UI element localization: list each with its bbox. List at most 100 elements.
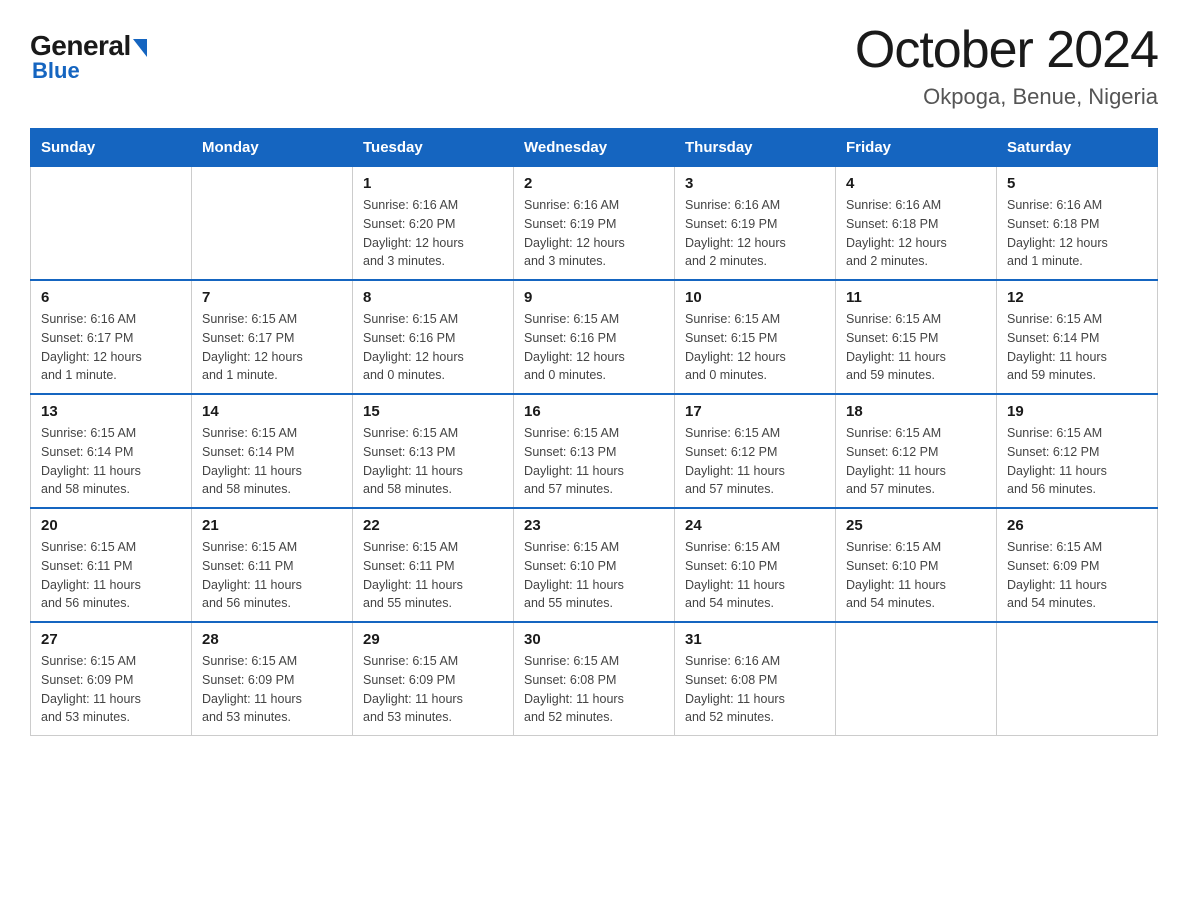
calendar-cell [836,622,997,736]
calendar-cell: 18Sunrise: 6:15 AM Sunset: 6:12 PM Dayli… [836,394,997,508]
week-row-3: 13 Sunrise: 6:15 AM Sunset: 6:14 PM Dayli… [31,394,1158,508]
calendar-table: SundayMondayTuesdayWednesdayThursdayFrid… [30,128,1158,736]
calendar-cell: 8 Sunrise: 6:15 AM Sunset: 6:16 PM Daylig… [353,280,514,394]
logo-blue-text: Blue [32,58,80,84]
day-info: Sunrise: 6:15 AM Sunset: 6:14 PM Dayligh… [202,424,342,499]
calendar-cell: 4Sunrise: 6:16 AM Sunset: 6:18 PM Daylig… [836,167,997,281]
day-info: Sunrise: 6:15 AM Sunset: 6:12 PM Dayligh… [685,424,825,499]
day-number: 10 [685,289,825,306]
day-info: Sunrise: 6:15 AM Sunset: 6:16 PM Dayligh… [363,310,503,385]
day-number: 24 [685,517,825,534]
calendar-cell: 12 Sunrise: 6:15 AM Sunset: 6:14 PM Dayli… [997,280,1158,394]
day-info: Sunrise: 6:16 AM Sunset: 6:17 PM Dayligh… [41,310,181,385]
days-of-week-row: SundayMondayTuesdayWednesdayThursdayFrid… [31,129,1158,167]
day-number: 15 [363,403,503,420]
day-info: Sunrise: 6:16 AM Sunset: 6:18 PM Dayligh… [1007,196,1147,271]
day-of-week-tuesday: Tuesday [353,129,514,167]
day-info: Sunrise: 6:15 AM Sunset: 6:11 PM Dayligh… [202,538,342,613]
day-of-week-friday: Friday [836,129,997,167]
calendar-cell: 23Sunrise: 6:15 AM Sunset: 6:10 PM Dayli… [514,508,675,622]
day-info: Sunrise: 6:15 AM Sunset: 6:14 PM Dayligh… [1007,310,1147,385]
calendar-cell: 28 Sunrise: 6:15 AM Sunset: 6:09 PM Dayli… [192,622,353,736]
logo: General Blue [30,20,147,84]
calendar-cell: 15 Sunrise: 6:15 AM Sunset: 6:13 PM Dayli… [353,394,514,508]
day-number: 19 [1007,403,1147,420]
day-info: Sunrise: 6:15 AM Sunset: 6:15 PM Dayligh… [846,310,986,385]
day-number: 2 [524,175,664,192]
day-number: 12 [1007,289,1147,306]
day-info: Sunrise: 6:15 AM Sunset: 6:09 PM Dayligh… [202,652,342,727]
calendar-cell: 11 Sunrise: 6:15 AM Sunset: 6:15 PM Dayli… [836,280,997,394]
day-number: 20 [41,517,181,534]
day-info: Sunrise: 6:16 AM Sunset: 6:08 PM Dayligh… [685,652,825,727]
day-number: 17 [685,403,825,420]
calendar-cell: 30Sunrise: 6:15 AM Sunset: 6:08 PM Dayli… [514,622,675,736]
day-of-week-thursday: Thursday [675,129,836,167]
day-info: Sunrise: 6:15 AM Sunset: 6:15 PM Dayligh… [685,310,825,385]
calendar-cell: 14Sunrise: 6:15 AM Sunset: 6:14 PM Dayli… [192,394,353,508]
week-row-2: 6 Sunrise: 6:16 AM Sunset: 6:17 PM Daylig… [31,280,1158,394]
calendar-cell: 29 Sunrise: 6:15 AM Sunset: 6:09 PM Dayli… [353,622,514,736]
day-number: 11 [846,289,986,306]
day-info: Sunrise: 6:15 AM Sunset: 6:11 PM Dayligh… [41,538,181,613]
day-number: 7 [202,289,342,306]
calendar-cell: 20 Sunrise: 6:15 AM Sunset: 6:11 PM Dayli… [31,508,192,622]
day-number: 22 [363,517,503,534]
week-row-4: 20 Sunrise: 6:15 AM Sunset: 6:11 PM Dayli… [31,508,1158,622]
day-info: Sunrise: 6:16 AM Sunset: 6:19 PM Dayligh… [524,196,664,271]
day-info: Sunrise: 6:15 AM Sunset: 6:09 PM Dayligh… [1007,538,1147,613]
calendar-cell: 17 Sunrise: 6:15 AM Sunset: 6:12 PM Dayli… [675,394,836,508]
calendar-body: 1 Sunrise: 6:16 AM Sunset: 6:20 PM Daylig… [31,167,1158,736]
day-info: Sunrise: 6:15 AM Sunset: 6:17 PM Dayligh… [202,310,342,385]
day-info: Sunrise: 6:15 AM Sunset: 6:09 PM Dayligh… [363,652,503,727]
day-number: 26 [1007,517,1147,534]
day-info: Sunrise: 6:15 AM Sunset: 6:12 PM Dayligh… [846,424,986,499]
day-info: Sunrise: 6:16 AM Sunset: 6:19 PM Dayligh… [685,196,825,271]
day-of-week-saturday: Saturday [997,129,1158,167]
day-info: Sunrise: 6:15 AM Sunset: 6:13 PM Dayligh… [363,424,503,499]
day-info: Sunrise: 6:15 AM Sunset: 6:11 PM Dayligh… [363,538,503,613]
calendar-cell: 6 Sunrise: 6:16 AM Sunset: 6:17 PM Daylig… [31,280,192,394]
calendar-cell: 26 Sunrise: 6:15 AM Sunset: 6:09 PM Dayli… [997,508,1158,622]
day-of-week-wednesday: Wednesday [514,129,675,167]
calendar-cell: 19 Sunrise: 6:15 AM Sunset: 6:12 PM Dayli… [997,394,1158,508]
day-number: 27 [41,631,181,648]
calendar-cell: 21Sunrise: 6:15 AM Sunset: 6:11 PM Dayli… [192,508,353,622]
day-number: 25 [846,517,986,534]
calendar-cell: 1 Sunrise: 6:16 AM Sunset: 6:20 PM Daylig… [353,167,514,281]
day-info: Sunrise: 6:16 AM Sunset: 6:18 PM Dayligh… [846,196,986,271]
calendar-cell: 5 Sunrise: 6:16 AM Sunset: 6:18 PM Daylig… [997,167,1158,281]
calendar-cell: 3Sunrise: 6:16 AM Sunset: 6:19 PM Daylig… [675,167,836,281]
calendar-header: SundayMondayTuesdayWednesdayThursdayFrid… [31,129,1158,167]
day-number: 13 [41,403,181,420]
day-number: 9 [524,289,664,306]
calendar-title: October 2024 [855,20,1158,80]
day-number: 6 [41,289,181,306]
day-number: 28 [202,631,342,648]
calendar-cell [997,622,1158,736]
day-number: 5 [1007,175,1147,192]
day-number: 29 [363,631,503,648]
calendar-cell: 25Sunrise: 6:15 AM Sunset: 6:10 PM Dayli… [836,508,997,622]
title-block: October 2024 Okpoga, Benue, Nigeria [855,20,1158,110]
calendar-cell: 22 Sunrise: 6:15 AM Sunset: 6:11 PM Dayli… [353,508,514,622]
calendar-cell: 7 Sunrise: 6:15 AM Sunset: 6:17 PM Daylig… [192,280,353,394]
day-of-week-monday: Monday [192,129,353,167]
calendar-cell: 13 Sunrise: 6:15 AM Sunset: 6:14 PM Dayli… [31,394,192,508]
calendar-cell: 16Sunrise: 6:15 AM Sunset: 6:13 PM Dayli… [514,394,675,508]
day-number: 30 [524,631,664,648]
calendar-cell: 27Sunrise: 6:15 AM Sunset: 6:09 PM Dayli… [31,622,192,736]
day-number: 8 [363,289,503,306]
week-row-5: 27 Sunrise: 6:15 AM Sunset: 6:09 PM Dayli… [31,622,1158,736]
day-info: Sunrise: 6:15 AM Sunset: 6:12 PM Dayligh… [1007,424,1147,499]
day-info: Sunrise: 6:15 AM Sunset: 6:14 PM Dayligh… [41,424,181,499]
calendar-cell: 2 Sunrise: 6:16 AM Sunset: 6:19 PM Daylig… [514,167,675,281]
day-number: 1 [363,175,503,192]
calendar-cell: 9Sunrise: 6:15 AM Sunset: 6:16 PM Daylig… [514,280,675,394]
day-info: Sunrise: 6:15 AM Sunset: 6:10 PM Dayligh… [685,538,825,613]
week-row-1: 1 Sunrise: 6:16 AM Sunset: 6:20 PM Daylig… [31,167,1158,281]
calendar-cell: 24 Sunrise: 6:15 AM Sunset: 6:10 PM Dayli… [675,508,836,622]
day-info: Sunrise: 6:16 AM Sunset: 6:20 PM Dayligh… [363,196,503,271]
calendar-cell [192,167,353,281]
day-number: 23 [524,517,664,534]
